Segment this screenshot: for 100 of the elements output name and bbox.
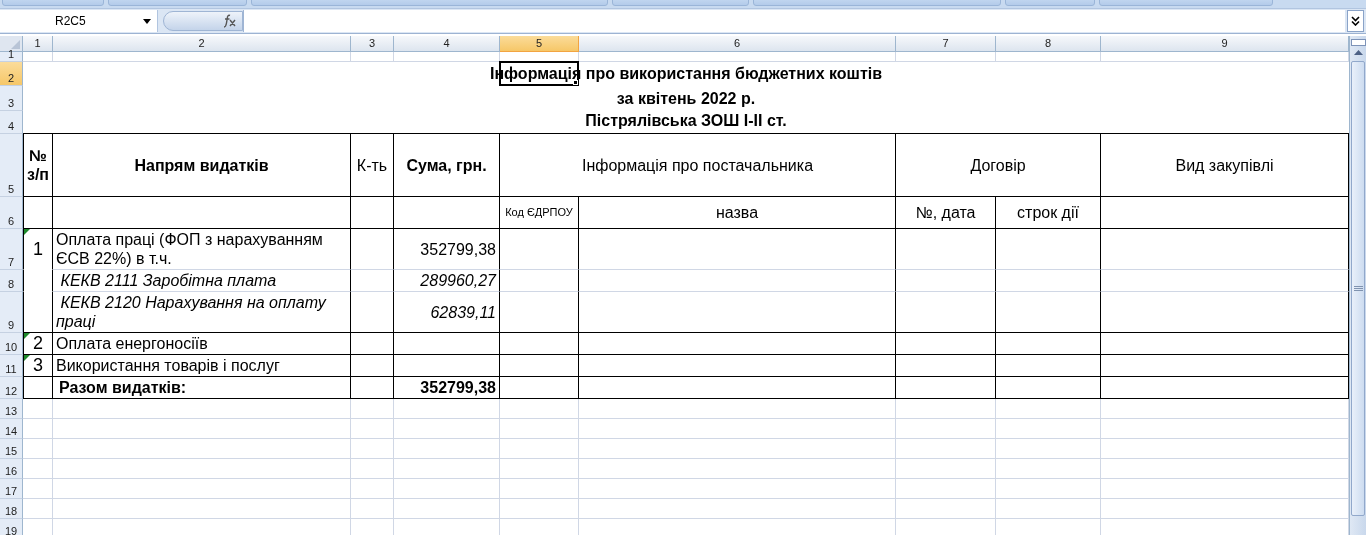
empty-cell[interactable] [23, 197, 53, 229]
column-heading[interactable]: Договір [896, 134, 1101, 197]
empty-cell[interactable] [579, 355, 896, 377]
row-header[interactable]: 15 [0, 439, 23, 459]
expense-name-cell[interactable]: КЕКВ 2120 Нарахування на оплату праці [53, 292, 351, 333]
empty-cell[interactable] [996, 270, 1101, 292]
column-header[interactable]: 4 [394, 36, 500, 52]
empty-cell[interactable] [500, 355, 579, 377]
expense-name-cell[interactable]: Використання товарів і послуг [53, 355, 351, 377]
empty-cell[interactable] [500, 229, 579, 270]
empty-cell[interactable] [896, 270, 996, 292]
empty-cell[interactable] [500, 270, 579, 292]
empty-cell[interactable] [896, 355, 996, 377]
empty-cell[interactable] [896, 377, 996, 399]
column-header[interactable]: 3 [351, 36, 394, 52]
empty-cell[interactable] [1101, 377, 1349, 399]
row-header[interactable]: 18 [0, 499, 23, 519]
empty-cell[interactable] [351, 377, 394, 399]
row-header[interactable]: 7 [0, 229, 23, 270]
row-header[interactable]: 13 [0, 399, 23, 419]
row-header[interactable]: 19 [0, 519, 23, 535]
empty-cell[interactable] [53, 197, 351, 229]
column-header[interactable]: 2 [53, 36, 351, 52]
empty-cell[interactable] [1101, 333, 1349, 355]
row-header[interactable]: 16 [0, 459, 23, 479]
row-header[interactable]: 8 [0, 270, 23, 292]
empty-cell[interactable] [896, 229, 996, 270]
row-header[interactable]: 2 [0, 62, 23, 86]
row-header[interactable]: 17 [0, 479, 23, 499]
empty-cell[interactable] [500, 333, 579, 355]
row-header[interactable]: 6 [0, 197, 23, 229]
amount-cell[interactable]: 352799,38 [394, 229, 500, 270]
vertical-scrollbar[interactable] [1349, 36, 1366, 535]
empty-cell[interactable] [896, 292, 996, 333]
column-header[interactable]: 8 [996, 36, 1101, 52]
column-heading[interactable]: Код ЄДРПОУ [500, 197, 579, 229]
column-heading[interactable]: Інформація про постачальника [500, 134, 896, 197]
amount-cell[interactable]: 352799,38 [394, 377, 500, 399]
empty-cell[interactable] [579, 377, 896, 399]
empty-cell[interactable] [394, 355, 500, 377]
column-header[interactable]: 1 [23, 36, 53, 52]
empty-cell[interactable] [500, 292, 579, 333]
row-header[interactable]: 4 [0, 111, 23, 134]
empty-cell[interactable] [579, 333, 896, 355]
empty-cell[interactable] [23, 292, 53, 333]
column-heading[interactable]: Напрям видатків [53, 134, 351, 197]
name-box[interactable]: R2C5 [0, 10, 158, 32]
amount-cell[interactable]: 62839,11 [394, 292, 500, 333]
expense-name-cell[interactable]: КЕКВ 2111 Заробітна плата [53, 270, 351, 292]
column-header[interactable]: 9 [1101, 36, 1349, 52]
empty-cell[interactable] [394, 333, 500, 355]
row-header[interactable]: 3 [0, 86, 23, 111]
empty-cell[interactable] [579, 292, 896, 333]
column-header[interactable]: 5 [500, 36, 579, 52]
column-heading[interactable]: Сума, грн. [394, 134, 500, 197]
formula-input-field[interactable] [243, 10, 1345, 32]
row-header[interactable]: 14 [0, 419, 23, 439]
empty-cell[interactable] [394, 197, 500, 229]
empty-cell[interactable] [351, 355, 394, 377]
row-number-cell[interactable]: 3 [23, 355, 53, 377]
empty-cell[interactable] [996, 355, 1101, 377]
row-header[interactable]: 9 [0, 292, 23, 333]
empty-cell[interactable] [351, 229, 394, 270]
column-heading[interactable]: № з/п [23, 134, 53, 197]
insert-function-button[interactable] [163, 11, 243, 31]
expense-name-cell[interactable]: Оплата енергоносіїв [53, 333, 351, 355]
empty-cell[interactable] [351, 333, 394, 355]
expense-name-cell[interactable]: Разом видатків: [53, 377, 351, 399]
expand-formula-bar-button[interactable] [1347, 10, 1364, 32]
row-header[interactable]: 11 [0, 355, 23, 377]
empty-cell[interactable] [351, 292, 394, 333]
empty-cell[interactable] [351, 197, 394, 229]
scroll-thumb[interactable] [1351, 61, 1365, 516]
column-header[interactable]: 7 [896, 36, 996, 52]
column-heading[interactable]: строк дії [996, 197, 1101, 229]
split-box-handle[interactable] [1350, 39, 1366, 46]
empty-cell[interactable] [996, 292, 1101, 333]
sheet-title[interactable]: Пістрялівська ЗОШ І-ІІ ст. [23, 111, 1349, 134]
empty-cell[interactable] [996, 229, 1101, 270]
column-heading[interactable]: назва [579, 197, 896, 229]
empty-cell[interactable] [579, 229, 896, 270]
empty-cell[interactable] [996, 333, 1101, 355]
amount-cell[interactable]: 289960,27 [394, 270, 500, 292]
select-all-button[interactable] [0, 36, 23, 52]
sheet-title[interactable]: за квітень 2022 р. [23, 86, 1349, 111]
row-header[interactable]: 10 [0, 333, 23, 355]
empty-cell[interactable] [579, 270, 896, 292]
row-header[interactable]: 1 [0, 52, 23, 62]
row-header[interactable]: 5 [0, 134, 23, 197]
empty-cell[interactable] [896, 333, 996, 355]
empty-cell[interactable] [351, 270, 394, 292]
empty-cell[interactable] [1101, 270, 1349, 292]
column-heading[interactable]: №, дата [896, 197, 996, 229]
expense-name-cell[interactable]: Оплата праці (ФОП з нарахуванням ЄСВ 22%) в т.ч. [53, 229, 351, 270]
row-header[interactable]: 12 [0, 377, 23, 399]
row-number-cell[interactable]: 1 [23, 229, 53, 270]
row-number-cell[interactable]: 2 [23, 333, 53, 355]
empty-cell[interactable] [996, 377, 1101, 399]
column-heading[interactable]: К-ть [351, 134, 394, 197]
empty-cell[interactable] [500, 377, 579, 399]
